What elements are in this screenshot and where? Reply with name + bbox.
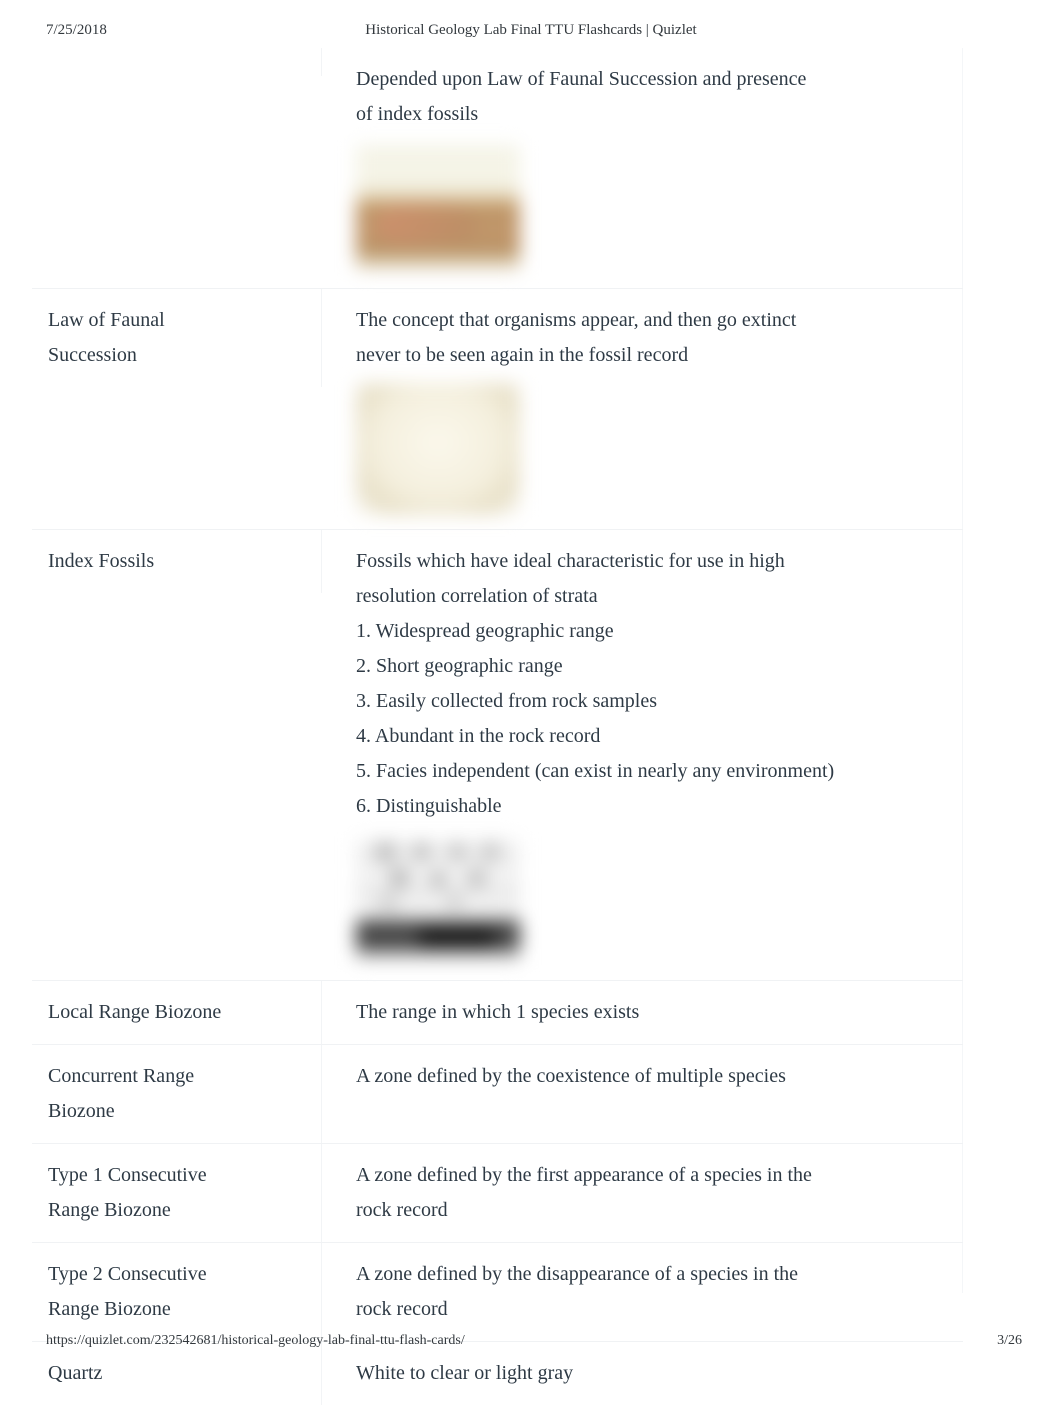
flashcard-definition: The range in which 1 species exists [322,981,963,1044]
flashcards-table: Depended upon Law of Faunal Succession a… [32,48,963,1405]
print-page-footer: https://quizlet.com/232542681/historical… [0,1333,1062,1355]
flashcard-term-line: Index Fossils [48,550,155,572]
definition-line: The range in which 1 species exists [356,1001,640,1023]
definition-line: resolution correlation of strata [356,585,598,607]
flashcard-definition: Fossils which have ideal characteristic … [322,530,963,980]
definition-line: A zone defined by the first appearance o… [356,1164,812,1186]
definition-line: rock record [356,1199,448,1221]
table-row: Law of Faunal Succession The concept tha… [32,289,963,530]
flashcard-term-line: Quartz [48,1362,103,1384]
flashcard-term: Local Range Biozone [32,981,322,1044]
table-row: Local Range Biozone The range in which 1… [32,981,963,1045]
definition-numbered-list: 1. Widespread geographic range 2. Short … [356,614,943,824]
flashcard-term-line: Local Range Biozone [48,1001,222,1023]
list-item: 4. Abundant in the rock record [356,725,601,747]
flashcard-definition: A zone defined by the first appearance o… [322,1144,963,1242]
list-item: 6. Distinguishable [356,795,502,817]
flashcard-term [32,48,322,76]
flashcard-term-line: Biozone [48,1100,115,1122]
definition-line: Fossils which have ideal characteristic … [356,550,785,572]
table-row: Type 1 Consecutive Range Biozone A zone … [32,1144,963,1243]
flashcard-image-index-fossil-chart [356,834,520,966]
flashcard-image-fossil-specimen [356,383,520,515]
flashcard-definition: A zone defined by the coexistence of mul… [322,1045,963,1108]
definition-line: Depended upon Law of Faunal Succession a… [356,68,807,90]
flashcard-definition: Depended upon Law of Faunal Succession a… [322,48,963,288]
flashcard-image-sedimentary-rock-layers [356,142,520,274]
list-item: 3. Easily collected from rock samples [356,690,658,712]
flashcard-term: Law of Faunal Succession [32,289,322,387]
flashcard-term-line: Law of Faunal [48,309,165,331]
flashcard-definition: A zone defined by the disappearance of a… [322,1243,963,1341]
list-item: 1. Widespread geographic range [356,620,614,642]
flashcard-definition: The concept that organisms appear, and t… [322,289,963,529]
flashcard-term: Concurrent Range Biozone [32,1045,322,1143]
definition-line: of index fossils [356,103,479,125]
page-number: 3/26 [997,1333,1022,1348]
table-row: Concurrent Range Biozone A zone defined … [32,1045,963,1144]
flashcard-term-line: Succession [48,344,137,366]
flashcard-term-line: Type 1 Consecutive [48,1164,207,1186]
page-title: Historical Geology Lab Final TTU Flashca… [365,22,697,38]
flashcard-term-line: Range Biozone [48,1199,171,1221]
table-row: Index Fossils Fossils which have ideal c… [32,530,963,981]
definition-line: A zone defined by the disappearance of a… [356,1263,799,1285]
flashcard-term-line: Type 2 Consecutive [48,1263,207,1285]
definition-line: White to clear or light gray [356,1362,574,1384]
table-row: Type 2 Consecutive Range Biozone A zone … [32,1243,963,1342]
definition-line: The concept that organisms appear, and t… [356,309,797,331]
list-item: 5. Facies independent (can exist in near… [356,760,835,782]
flashcard-term: Index Fossils [32,530,322,593]
flashcard-term: Type 2 Consecutive Range Biozone [32,1243,322,1341]
flashcard-term: Type 1 Consecutive Range Biozone [32,1144,322,1242]
definition-line: rock record [356,1298,448,1320]
definition-line: never to be seen again in the fossil rec… [356,344,689,366]
table-row: Depended upon Law of Faunal Succession a… [32,48,963,289]
print-page-header: 7/25/2018 Historical Geology Lab Final T… [0,22,1062,44]
definition-line: A zone defined by the coexistence of mul… [356,1065,786,1087]
flashcard-term-line: Range Biozone [48,1298,171,1320]
list-item: 2. Short geographic range [356,655,563,677]
flashcard-term-line: Concurrent Range [48,1065,195,1087]
source-url: https://quizlet.com/232542681/historical… [46,1333,465,1348]
